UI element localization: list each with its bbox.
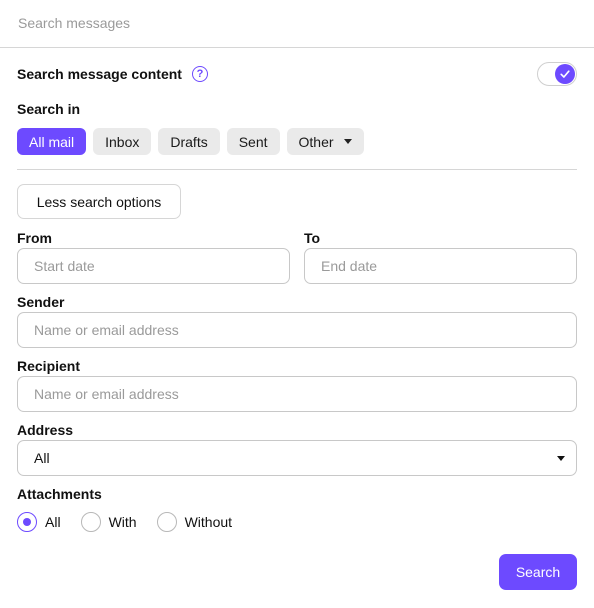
to-label: To bbox=[304, 230, 321, 246]
address-select[interactable]: All bbox=[17, 440, 577, 476]
search-content-row: Search message content ? bbox=[17, 60, 577, 88]
radio-attachments-with[interactable]: With bbox=[80, 512, 137, 532]
chip-sent[interactable]: Sent bbox=[226, 128, 280, 155]
sender-label: Sender bbox=[17, 294, 65, 310]
radio-attachments-without[interactable]: Without bbox=[156, 512, 233, 532]
less-search-options-button[interactable]: Less search options bbox=[17, 184, 181, 219]
sender-input[interactable] bbox=[17, 312, 577, 348]
chip-drafts[interactable]: Drafts bbox=[158, 128, 220, 155]
attachments-label: Attachments bbox=[17, 486, 102, 502]
search-content-label: Search message content bbox=[17, 66, 182, 82]
help-icon[interactable]: ? bbox=[191, 66, 208, 82]
attachments-radio-group: All With Without bbox=[17, 512, 252, 532]
chip-label: All mail bbox=[29, 133, 75, 150]
start-date-input[interactable] bbox=[17, 248, 290, 284]
recipient-label: Recipient bbox=[17, 358, 81, 374]
from-label: From bbox=[17, 230, 52, 246]
chip-inbox[interactable]: Inbox bbox=[93, 128, 152, 155]
search-button[interactable]: Search bbox=[499, 554, 577, 590]
radio-label: With bbox=[108, 514, 137, 530]
search-content-toggle[interactable] bbox=[537, 62, 577, 86]
chevron-down-icon bbox=[343, 139, 352, 144]
check-icon bbox=[555, 64, 575, 84]
radio-attachments-all[interactable]: All bbox=[17, 512, 61, 532]
address-label: Address bbox=[17, 422, 74, 438]
radio-circle[interactable] bbox=[80, 512, 101, 532]
search-bar bbox=[0, 0, 594, 48]
recipient-input[interactable] bbox=[17, 376, 577, 412]
chip-label: Sent bbox=[238, 133, 268, 150]
end-date-input[interactable] bbox=[304, 248, 577, 284]
radio-circle[interactable] bbox=[156, 512, 177, 532]
chip-label: Inbox bbox=[105, 133, 140, 150]
search-in-chips: All mail Inbox Drafts Sent Other bbox=[17, 128, 364, 155]
search-in-label: Search in bbox=[17, 101, 81, 117]
chip-all-mail[interactable]: All mail bbox=[17, 128, 87, 155]
chevron-down-icon bbox=[557, 456, 565, 461]
radio-label: Without bbox=[184, 514, 233, 530]
chip-label: Other bbox=[298, 133, 334, 150]
chip-label: Drafts bbox=[170, 133, 208, 150]
radio-circle[interactable] bbox=[17, 512, 37, 532]
radio-label: All bbox=[45, 514, 61, 530]
chip-other-dropdown[interactable]: Other bbox=[286, 128, 364, 155]
address-select-value: All bbox=[34, 450, 50, 466]
divider bbox=[17, 169, 577, 170]
search-input[interactable] bbox=[0, 0, 594, 46]
